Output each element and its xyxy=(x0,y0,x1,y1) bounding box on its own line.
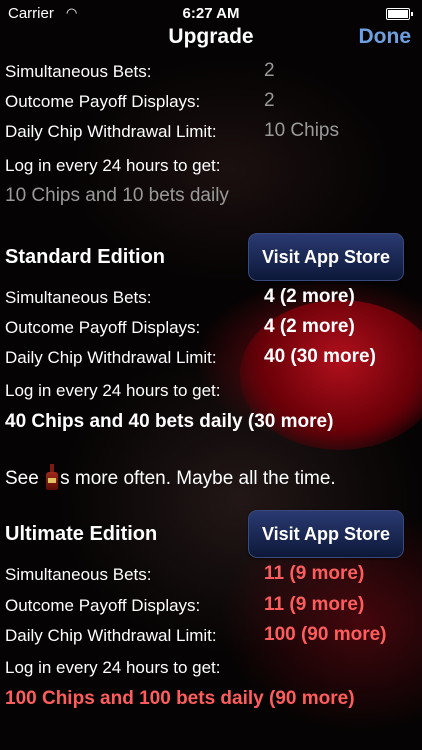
standard-limit-value: 40 (30 more) xyxy=(264,346,376,367)
standard-app-store-button[interactable]: Visit App Store xyxy=(248,233,404,281)
status-bar: Carrier ◠ 6:27 AM xyxy=(0,0,422,26)
ultimate-app-store-button[interactable]: Visit App Store xyxy=(248,510,404,558)
standard-payoff-label: Outcome Payoff Displays: xyxy=(5,318,201,337)
clock: 6:27 AM xyxy=(182,5,240,22)
standard-summary: 40 Chips and 40 bets daily (30 more) xyxy=(5,411,334,432)
ultimate-payoff-label: Outcome Payoff Displays: xyxy=(5,596,201,615)
promo-note-start: See xyxy=(5,468,45,489)
current-payoff-value: 2 xyxy=(264,90,275,111)
ultimate-bets-value: 11 (9 more) xyxy=(264,563,365,584)
ultimate-bets-label: Simultaneous Bets: xyxy=(5,565,152,584)
ultimate-edition-heading: Ultimate Edition xyxy=(5,523,158,545)
ultimate-login-label: Log in every 24 hours to get: xyxy=(5,658,221,677)
upgrade-content: Simultaneous Bets: 2 Outcome Payoff Disp… xyxy=(0,0,422,750)
ultimate-limit-value: 100 (90 more) xyxy=(264,624,387,645)
current-bets-value: 2 xyxy=(264,60,275,81)
battery-icon xyxy=(386,8,413,20)
bottle-icon xyxy=(45,464,59,490)
promo-note: See s more often. Maybe all the time. xyxy=(5,464,336,490)
current-limit-value: 10 Chips xyxy=(264,120,339,141)
standard-login-label: Log in every 24 hours to get: xyxy=(5,381,221,400)
standard-edition-heading: Standard Edition xyxy=(5,246,165,268)
ultimate-payoff-value: 11 (9 more) xyxy=(264,594,365,615)
standard-limit-label: Daily Chip Withdrawal Limit: xyxy=(5,348,217,367)
current-limit-label: Daily Chip Withdrawal Limit: xyxy=(5,122,217,141)
standard-payoff-value: 4 (2 more) xyxy=(264,316,355,337)
navigation-bar: Upgrade Done xyxy=(0,24,422,54)
ultimate-limit-label: Daily Chip Withdrawal Limit: xyxy=(5,626,217,645)
done-button[interactable]: Done xyxy=(359,25,412,49)
current-bets-label: Simultaneous Bets: xyxy=(5,62,152,81)
current-summary: 10 Chips and 10 bets daily xyxy=(5,185,229,206)
standard-bets-value: 4 (2 more) xyxy=(264,286,355,307)
standard-bets-label: Simultaneous Bets: xyxy=(5,288,152,307)
promo-note-end: s more often. Maybe all the time. xyxy=(60,468,336,489)
ultimate-summary: 100 Chips and 100 bets daily (90 more) xyxy=(5,688,355,709)
current-login-label: Log in every 24 hours to get: xyxy=(5,156,221,175)
current-payoff-label: Outcome Payoff Displays: xyxy=(5,92,201,111)
